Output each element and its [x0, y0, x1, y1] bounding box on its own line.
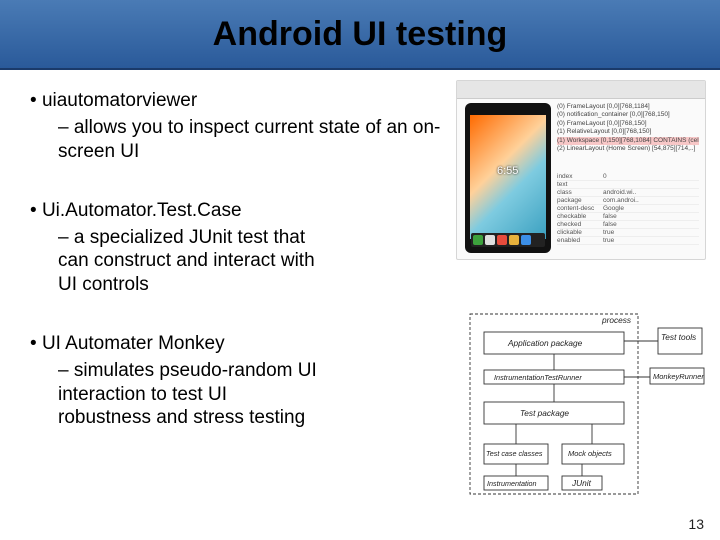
slide: Android UI testing uiautomatorviewer all… — [0, 0, 720, 540]
diagram-label-junit: JUnit — [571, 478, 592, 488]
figure-architecture: process Application package Test tools I… — [464, 308, 706, 504]
prop-val — [603, 181, 699, 188]
diagram-label-app-package: Application package — [507, 338, 583, 348]
figure1-phone-screen — [470, 115, 546, 239]
tree-line: (0) FrameLayout [0,0][768,150] — [557, 120, 699, 128]
prop-val: com.androi.. — [603, 197, 699, 204]
prop-val: false — [603, 221, 699, 228]
tree-line: (0) notification_container [0,0][768,150… — [557, 111, 699, 119]
browser-icon — [521, 235, 531, 245]
figure1-dock — [471, 233, 545, 247]
figure1-properties: index0 text classandroid.wi.. packagecom… — [557, 173, 699, 253]
diagram-label-monkeyrunner: MonkeyRunner — [653, 372, 704, 381]
prop-key: content-desc — [557, 205, 603, 212]
prop-val: false — [603, 213, 699, 220]
figure1-tree: (0) FrameLayout [0,0][768,1184] (0) noti… — [557, 103, 699, 169]
prop-val: Google — [603, 205, 699, 212]
bullet-2-sub: a specialized JUnit test that can constr… — [58, 226, 324, 297]
figure1-phone: 6:55 — [465, 103, 551, 253]
bullet-3: UI Automater Monkey — [30, 333, 445, 355]
diagram-label-test-package: Test package — [520, 408, 569, 418]
tree-line-highlighted: (1) Workspace [0,150][768,1084] CONTAINS… — [557, 137, 699, 145]
diagram-label-test-tools: Test tools — [661, 332, 696, 342]
diagram-label-mock: Mock objects — [568, 449, 612, 458]
prop-key: index — [557, 173, 603, 180]
diagram-label-process: process — [601, 315, 631, 325]
prop-key: enabled — [557, 237, 603, 244]
prop-key: class — [557, 189, 603, 196]
messages-icon — [509, 235, 519, 245]
diagram-label-tcc: Test case classes — [486, 449, 543, 458]
bullet-list: uiautomatorviewer allows you to inspect … — [30, 90, 445, 430]
prop-key: text — [557, 181, 603, 188]
bullet-3-sub: simulates pseudo-random UI interaction t… — [58, 359, 324, 430]
diagram-label-instr-runner: InstrumentationTestRunner — [494, 373, 582, 382]
diagram-label-instrumentation: Instrumentation — [487, 479, 537, 488]
prop-val: true — [603, 229, 699, 236]
bullet-1-sub: allows you to inspect current state of a… — [58, 116, 445, 164]
apps-icon — [497, 235, 507, 245]
contacts-icon — [485, 235, 495, 245]
prop-key: checkable — [557, 213, 603, 220]
prop-val: android.wi.. — [603, 189, 699, 196]
prop-val: true — [603, 237, 699, 244]
phone-icon — [473, 235, 483, 245]
prop-key: checked — [557, 221, 603, 228]
title-band: Android UI testing — [0, 0, 720, 70]
slide-title: Android UI testing — [213, 15, 508, 54]
figure1-clock: 6:55 — [497, 165, 518, 177]
figure1-titlebar — [457, 81, 705, 99]
prop-key: clickable — [557, 229, 603, 236]
prop-key: package — [557, 197, 603, 204]
bullet-2: Ui.Automator.Test.Case — [30, 200, 445, 222]
tree-line: (2) LinearLayout (Home Screen) [54,875][… — [557, 145, 699, 153]
tree-line: (0) FrameLayout [0,0][768,1184] — [557, 103, 699, 111]
tree-line: (1) RelativeLayout [0,0][768,150] — [557, 128, 699, 136]
page-number: 13 — [688, 516, 704, 532]
bullet-1: uiautomatorviewer — [30, 90, 445, 112]
figure-uiautomatorviewer: 6:55 (0) FrameLayout [0,0][768,1184] (0)… — [456, 80, 706, 260]
prop-val: 0 — [603, 173, 699, 180]
